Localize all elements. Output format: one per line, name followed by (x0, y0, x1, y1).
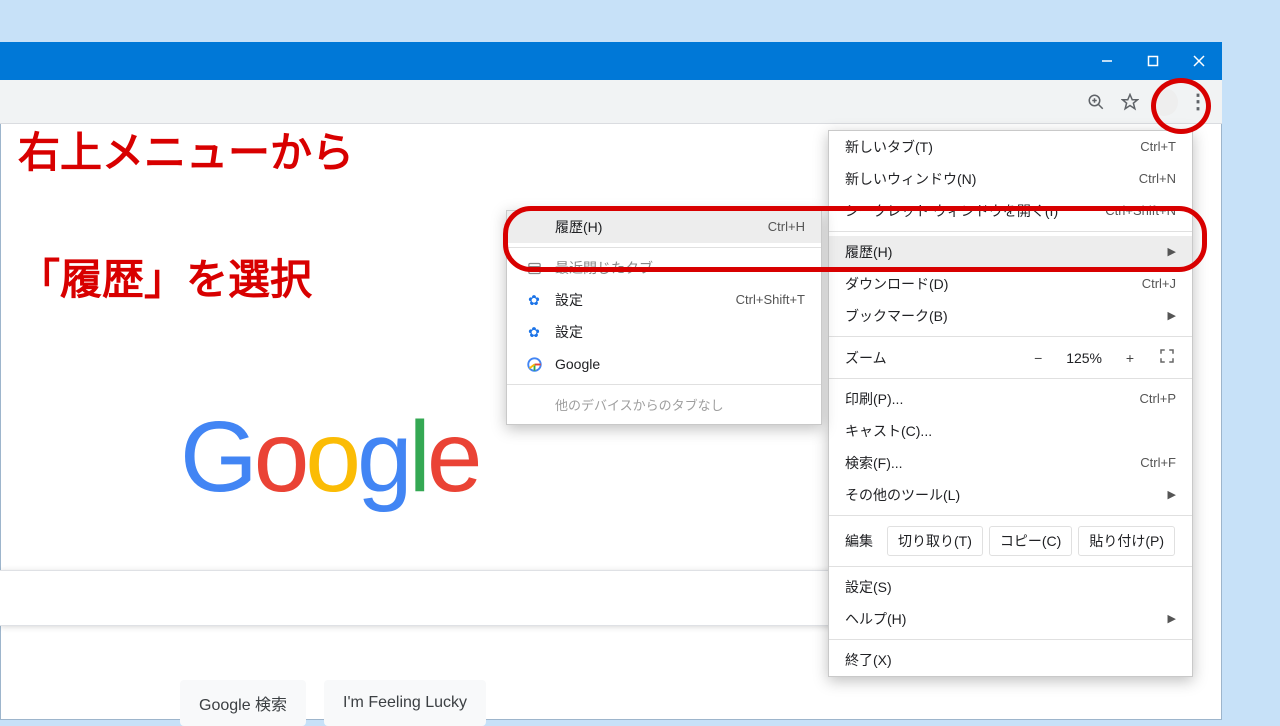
zoom-label: ズーム (845, 348, 887, 368)
menu-history[interactable]: 履歴(H)▶ (829, 236, 1192, 268)
more-menu-icon[interactable]: ⋮ (1184, 88, 1212, 116)
menu-help[interactable]: ヘルプ(H)▶ (829, 603, 1192, 635)
menu-exit[interactable]: 終了(X) (829, 644, 1192, 676)
google-favicon-icon (523, 357, 545, 372)
window-titlebar (0, 42, 1222, 80)
menu-settings[interactable]: 設定(S) (829, 571, 1192, 603)
chrome-main-menu: 新しいタブ(T)Ctrl+T 新しいウィンドウ(N)Ctrl+N シークレット … (828, 130, 1193, 677)
menu-new-window[interactable]: 新しいウィンドウ(N)Ctrl+N (829, 163, 1192, 195)
zoom-icon[interactable] (1082, 88, 1110, 116)
menu-incognito[interactable]: シークレット ウィンドウを開く(I)Ctrl+Shift+N (829, 195, 1192, 227)
profile-avatar-icon[interactable] (1150, 88, 1178, 116)
gear-icon: ✿ (523, 290, 545, 310)
browser-toolbar: ⋮ (0, 80, 1222, 124)
menu-zoom: ズーム − 125% + (829, 341, 1192, 374)
maximize-button[interactable] (1130, 42, 1176, 80)
menu-more-tools[interactable]: その他のツール(L)▶ (829, 479, 1192, 511)
menu-bookmarks[interactable]: ブックマーク(B)▶ (829, 300, 1192, 332)
submenu-recent-tabs-header: 最近閉じたタブ (507, 252, 821, 284)
google-search-button[interactable]: Google 検索 (180, 680, 306, 726)
google-logo: Google (180, 400, 479, 515)
zoom-out-button[interactable]: − (1026, 350, 1050, 366)
window-icon (523, 261, 545, 276)
fullscreen-icon[interactable] (1158, 347, 1176, 368)
submenu-recent-3[interactable]: Google (507, 348, 821, 380)
bookmark-star-icon[interactable] (1116, 88, 1144, 116)
menu-edit: 編集 切り取り(T) コピー(C) 貼り付け(P) (829, 520, 1192, 562)
close-button[interactable] (1176, 42, 1222, 80)
cut-button[interactable]: 切り取り(T) (887, 526, 983, 556)
copy-button[interactable]: コピー(C) (989, 526, 1072, 556)
edit-label: 編集 (837, 531, 881, 551)
zoom-value: 125% (1066, 350, 1102, 366)
menu-find[interactable]: 検索(F)...Ctrl+F (829, 447, 1192, 479)
menu-new-tab[interactable]: 新しいタブ(T)Ctrl+T (829, 131, 1192, 163)
paste-button[interactable]: 貼り付け(P) (1078, 526, 1175, 556)
minimize-button[interactable] (1084, 42, 1130, 80)
submenu-history[interactable]: 履歴(H) Ctrl+H (507, 211, 821, 243)
menu-cast[interactable]: キャスト(C)... (829, 415, 1192, 447)
menu-print[interactable]: 印刷(P)...Ctrl+P (829, 383, 1192, 415)
zoom-in-button[interactable]: + (1118, 350, 1142, 366)
gear-icon: ✿ (523, 322, 545, 342)
submenu-no-other-tabs: 他のデバイスからのタブなし (507, 389, 821, 424)
history-submenu: 履歴(H) Ctrl+H 最近閉じたタブ ✿設定 Ctrl+Shift+T ✿設… (506, 210, 822, 425)
menu-downloads[interactable]: ダウンロード(D)Ctrl+J (829, 268, 1192, 300)
submenu-recent-1[interactable]: ✿設定 Ctrl+Shift+T (507, 284, 821, 316)
feeling-lucky-button[interactable]: I'm Feeling Lucky (324, 680, 486, 726)
submenu-recent-2[interactable]: ✿設定 (507, 316, 821, 348)
